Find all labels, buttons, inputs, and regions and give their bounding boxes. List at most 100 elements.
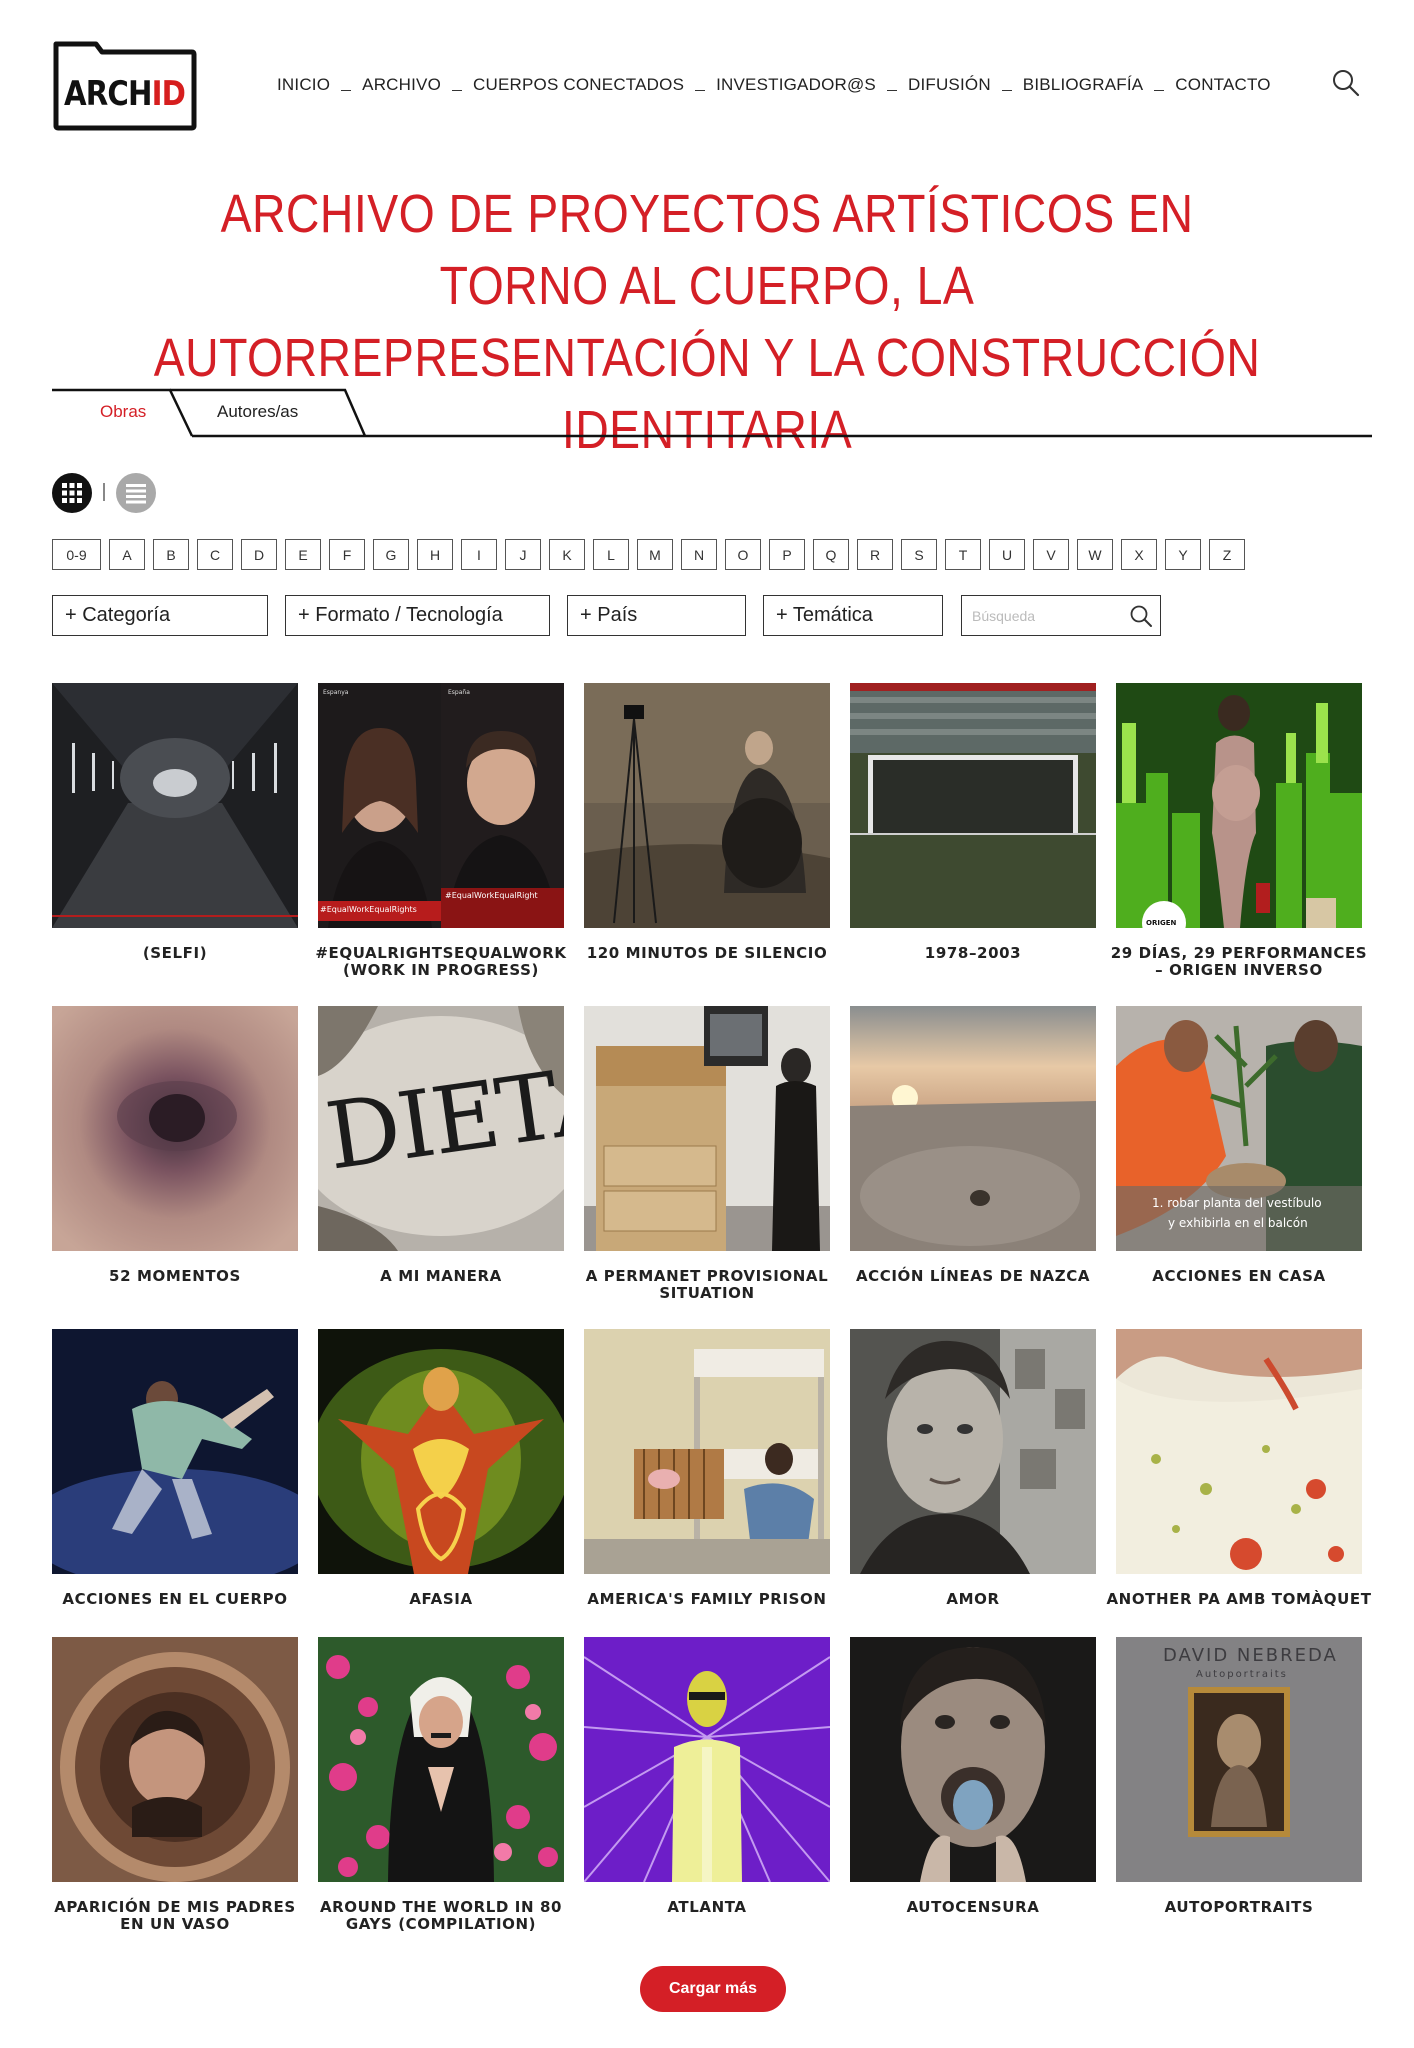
letter-f[interactable]: F	[329, 539, 365, 570]
letter-g[interactable]: G	[373, 539, 409, 570]
letter-d[interactable]: D	[241, 539, 277, 570]
letter-e[interactable]: E	[285, 539, 321, 570]
thumb-caption: y exhibirla en el balcón	[1168, 1216, 1308, 1230]
thumb-caption: #EqualWorkEqualRights	[320, 905, 417, 914]
thumb-caption: España	[448, 689, 470, 696]
work-thumbnail[interactable]	[318, 1637, 564, 1882]
nav-item-contacto[interactable]: CONTACTO	[1175, 75, 1270, 95]
nav-item-cuerpos-conectados[interactable]: CUERPOS CONECTADOS	[473, 75, 684, 95]
nav-separator	[1154, 89, 1165, 91]
letter-x[interactable]: X	[1121, 539, 1157, 570]
letter-r[interactable]: R	[857, 539, 893, 570]
work-thumbnail[interactable]: 1. robar planta del vestíbulo y exhibirl…	[1116, 1006, 1362, 1251]
work-title[interactable]: (SELFI)	[40, 945, 310, 962]
work-thumbnail[interactable]: Espanya #EqualWorkEqualRights España #Eq…	[318, 683, 564, 928]
work-title[interactable]: AMOR	[838, 1591, 1108, 1608]
logo-text-arch: ARCH	[63, 74, 152, 114]
work-thumbnail[interactable]	[850, 683, 1096, 928]
site-logo[interactable]: ARCHID	[52, 40, 197, 132]
letter-l[interactable]: L	[593, 539, 629, 570]
grid-view-button[interactable]	[52, 473, 92, 513]
letter-o[interactable]: O	[725, 539, 761, 570]
letter-t[interactable]: T	[945, 539, 981, 570]
tab-bar: Obras Autores/as	[52, 388, 1372, 440]
work-thumbnail[interactable]: ORIGEN	[1116, 683, 1362, 928]
work-thumbnail[interactable]	[318, 1329, 564, 1574]
work-title[interactable]: 120 MINUTOS DE SILENCIO	[572, 945, 842, 962]
work-thumbnail[interactable]	[850, 1329, 1096, 1574]
work-thumbnail[interactable]	[1116, 1329, 1362, 1574]
tab-autores[interactable]: Autores/as	[217, 402, 298, 422]
work-title[interactable]: APARICIÓN DE MIS PADRES EN UN VASO	[40, 1899, 310, 1933]
work-thumbnail[interactable]: DIETA	[318, 1006, 564, 1251]
letter-u[interactable]: U	[989, 539, 1025, 570]
list-view-button[interactable]	[116, 473, 156, 513]
work-title[interactable]: A PERMANET PROVISIONAL SITUATION	[572, 1268, 842, 1302]
filter-pais[interactable]: + País	[567, 595, 746, 636]
letter-m[interactable]: M	[637, 539, 673, 570]
search-icon[interactable]	[1331, 68, 1361, 98]
nav-separator	[341, 89, 352, 91]
work-thumbnail[interactable]	[52, 683, 298, 928]
letter-0-9[interactable]: 0-9	[52, 539, 101, 570]
nav-separator	[1001, 89, 1012, 91]
work-title[interactable]: AFASIA	[306, 1591, 576, 1608]
nav-separator	[886, 89, 897, 91]
work-title[interactable]: ACCIONES EN CASA	[1104, 1268, 1374, 1285]
letter-z[interactable]: Z	[1209, 539, 1245, 570]
work-thumbnail[interactable]	[52, 1637, 298, 1882]
work-title[interactable]: AROUND THE WORLD IN 80 GAYS (COMPILATION…	[306, 1899, 576, 1933]
thumb-caption: 1. robar planta del vestíbulo	[1152, 1196, 1322, 1210]
letter-w[interactable]: W	[1077, 539, 1113, 570]
letter-b[interactable]: B	[153, 539, 189, 570]
work-title[interactable]: AUTOCENSURA	[838, 1899, 1108, 1916]
work-thumbnail[interactable]	[584, 1329, 830, 1574]
work-title[interactable]: A MI MANERA	[306, 1268, 576, 1285]
work-thumbnail[interactable]	[52, 1006, 298, 1251]
nav-item-inicio[interactable]: INICIO	[277, 75, 330, 95]
letter-q[interactable]: Q	[813, 539, 849, 570]
work-thumbnail[interactable]	[584, 1637, 830, 1882]
work-title[interactable]: AMERICA'S FAMILY PRISON	[572, 1591, 842, 1608]
filter-formato[interactable]: + Formato / Tecnología	[285, 595, 550, 636]
letter-v[interactable]: V	[1033, 539, 1069, 570]
work-title[interactable]: 29 DÍAS, 29 PERFORMANCES – ORIGEN INVERS…	[1104, 945, 1374, 979]
work-title[interactable]: ACCIONES EN EL CUERPO	[40, 1591, 310, 1608]
letter-k[interactable]: K	[549, 539, 585, 570]
work-title[interactable]: #EQUALRIGHTSEQUALWORK (WORK IN PROGRESS)	[306, 945, 576, 979]
nav-item-investigadores[interactable]: INVESTIGADOR@S	[716, 75, 876, 95]
work-thumbnail[interactable]	[850, 1006, 1096, 1251]
letter-y[interactable]: Y	[1165, 539, 1201, 570]
letter-n[interactable]: N	[681, 539, 717, 570]
work-title[interactable]: AUTOPORTRAITS	[1104, 1899, 1374, 1916]
work-thumbnail[interactable]	[584, 1006, 830, 1251]
work-thumbnail[interactable]: DAVID NEBREDA Autoportraits	[1116, 1637, 1362, 1882]
thumb-caption: ORIGEN	[1146, 919, 1177, 927]
work-thumbnail[interactable]	[52, 1329, 298, 1574]
letter-a[interactable]: A	[109, 539, 145, 570]
nav-item-archivo[interactable]: ARCHIVO	[362, 75, 441, 95]
load-more-button[interactable]: Cargar más	[640, 1966, 786, 2012]
nav-item-bibliografia[interactable]: BIBLIOGRAFÍA	[1023, 75, 1144, 95]
work-title[interactable]: 52 MOMENTOS	[40, 1268, 310, 1285]
filter-tematica[interactable]: + Temática	[763, 595, 943, 636]
nav-item-difusion[interactable]: DIFUSIÓN	[908, 75, 991, 95]
work-title[interactable]: ATLANTA	[572, 1899, 842, 1916]
letter-h[interactable]: H	[417, 539, 453, 570]
search-submit-icon[interactable]	[1128, 603, 1154, 629]
letter-i[interactable]: I	[461, 539, 497, 570]
work-title[interactable]: 1978–2003	[838, 945, 1108, 962]
thumb-caption: Espanya	[323, 689, 349, 696]
work-title[interactable]: ACCIÓN LÍNEAS DE NAZCA	[838, 1268, 1108, 1285]
filter-categoria[interactable]: + Categoría	[52, 595, 268, 636]
view-toggle-divider	[103, 483, 105, 501]
work-thumbnail[interactable]	[584, 683, 830, 928]
letter-j[interactable]: J	[505, 539, 541, 570]
work-title[interactable]: ANOTHER PA AMB TOMÀQUET	[1104, 1591, 1374, 1608]
letter-c[interactable]: C	[197, 539, 233, 570]
letter-p[interactable]: P	[769, 539, 805, 570]
list-icon	[126, 484, 146, 504]
letter-s[interactable]: S	[901, 539, 937, 570]
work-thumbnail[interactable]	[850, 1637, 1096, 1882]
tab-obras[interactable]: Obras	[100, 402, 146, 422]
